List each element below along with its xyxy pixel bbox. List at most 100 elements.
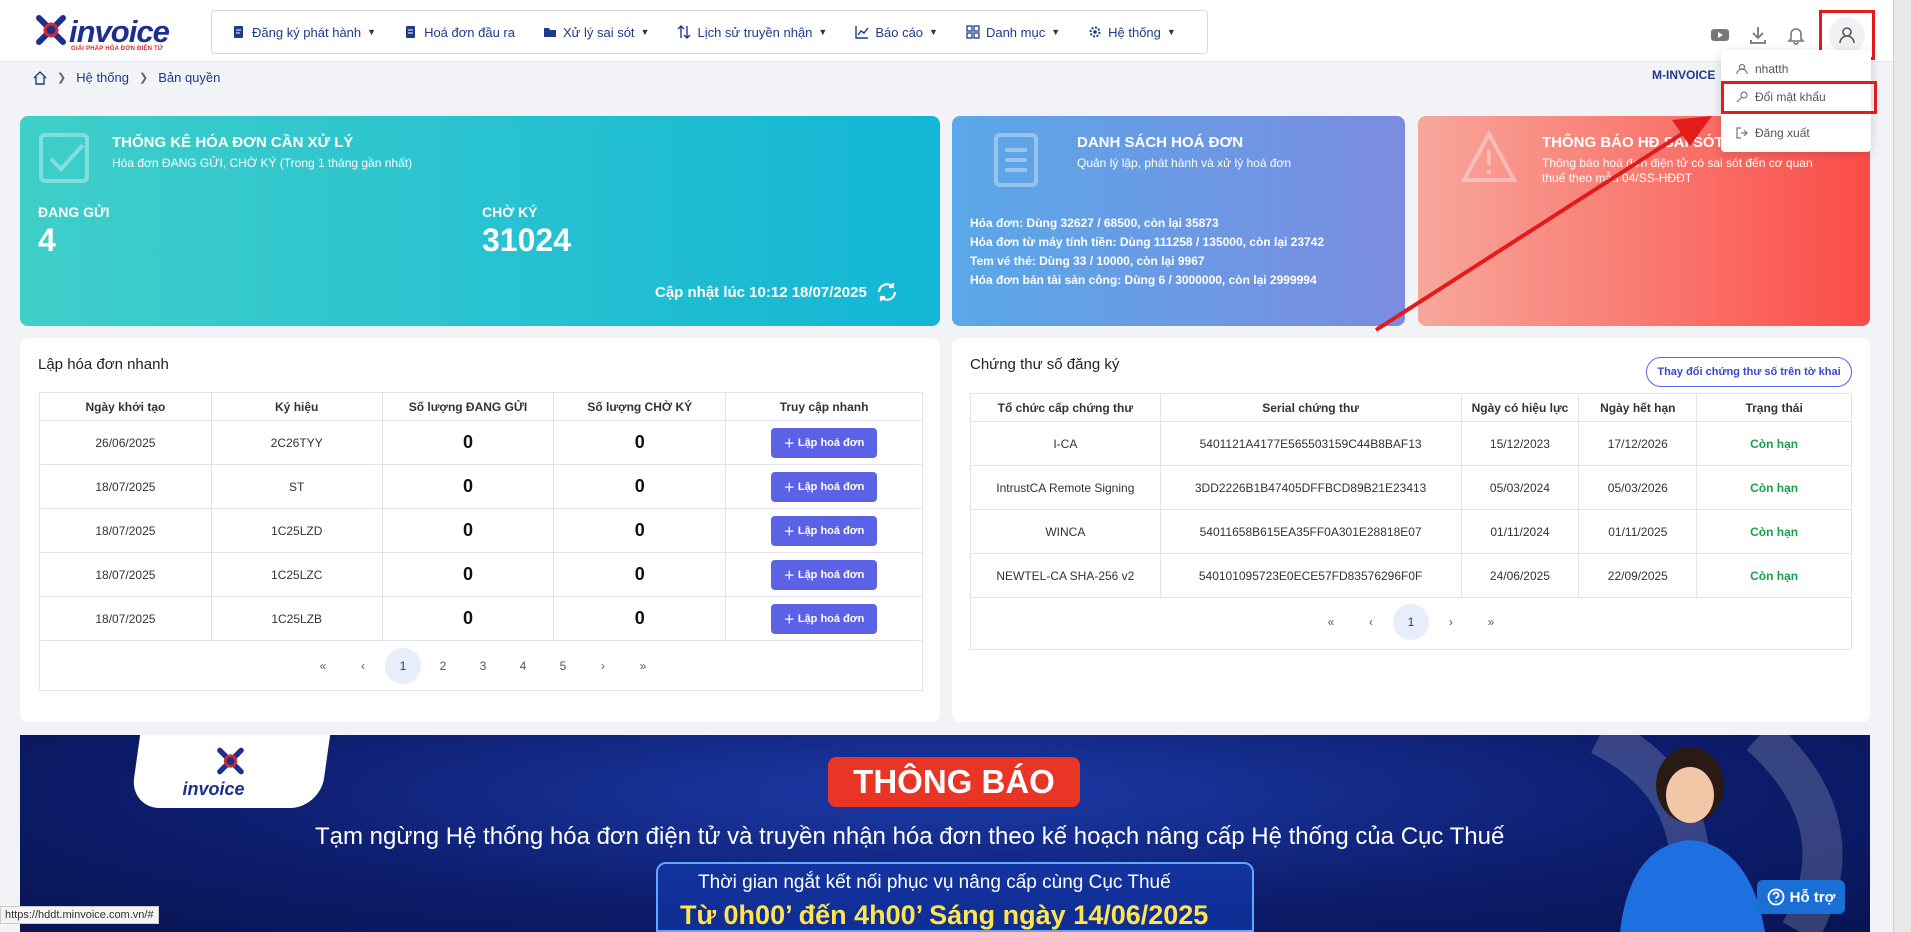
youtube-icon[interactable] — [1701, 16, 1739, 54]
waiting-value[interactable]: 31024 — [482, 222, 571, 259]
logo-mark-icon — [217, 747, 244, 775]
announcement-text: Tạm ngừng Hệ thống hóa đơn điện tử và tr… — [315, 823, 1505, 850]
create-invoice-label: Lập hoá đơn — [797, 436, 865, 449]
download-icon[interactable] — [1739, 16, 1777, 54]
cell-serial: 5401121A4177E565503159C44B8BAF13 — [1159, 421, 1462, 466]
chevron-down-icon: ▼ — [818, 27, 828, 37]
page-button[interactable]: 3 — [463, 659, 503, 673]
brand-name: invoice — [69, 14, 170, 49]
nav-label: Hệ thống — [1108, 24, 1161, 40]
nav-he-thong[interactable]: Hệ thống ▼ — [1088, 25, 1176, 40]
bell-icon[interactable] — [1777, 16, 1815, 54]
create-invoice-button[interactable]: ＋ Lập hoá đơn — [771, 559, 878, 590]
next-page-icon[interactable]: › — [583, 659, 623, 673]
cell-action: ＋ Lập hoá đơn — [725, 596, 923, 641]
nav-lich-su-truyen-nhan[interactable]: Lịch sử truyền nhận ▼ — [677, 25, 827, 40]
breadcrumb-he-thong[interactable]: Hệ thống — [76, 70, 129, 85]
user-name-item[interactable]: nhatth — [1735, 62, 1788, 76]
cell-date: 18/07/2025 — [39, 552, 212, 597]
cell-valid-from: 15/12/2023 — [1460, 421, 1580, 466]
cell-action: ＋ Lập hoá đơn — [725, 552, 923, 597]
cell-serial: 540101095723E0ECE57FD83576296F0F — [1159, 553, 1462, 598]
cell-waiting: 0 — [553, 596, 727, 641]
cell-date: 18/07/2025 — [39, 596, 212, 641]
col-header[interactable]: Ngày có hiệu lực — [1460, 393, 1580, 422]
create-invoice-label: Lập hoá đơn — [797, 568, 865, 581]
create-invoice-button[interactable]: ＋ Lập hoá đơn — [771, 515, 878, 546]
prev-page-icon[interactable]: ‹ — [343, 659, 383, 673]
col-header[interactable]: Ký hiệu — [210, 392, 383, 421]
line-chart-icon — [855, 26, 869, 39]
table-row: I-CA 5401121A4177E565503159C44B8BAF13 15… — [970, 421, 1852, 466]
brand-logo[interactable]: invoice GIẢI PHÁP HÓA ĐƠN ĐIỆN TỬ — [33, 12, 173, 52]
page-button[interactable]: 1 — [1393, 604, 1429, 640]
maintenance-line-2: Từ 0h00’ đến 4h00’ Sáng ngày 14/06/2025 — [680, 900, 1209, 930]
quick-pager: « ‹ 1 2 3 4 5 › » — [303, 648, 663, 684]
brand-tagline: GIẢI PHÁP HÓA ĐƠN ĐIỆN TỬ — [71, 46, 164, 52]
breadcrumb: ❯ Hệ thống ❯ Bản quyền — [33, 70, 220, 85]
chevron-down-icon: ▼ — [929, 27, 938, 37]
nav-bao-cao[interactable]: Báo cáo ▼ — [855, 25, 938, 40]
cell-org: I-CA — [970, 421, 1161, 466]
stat-card-subtitle: Hóa đơn ĐANG GỬI, CHỜ KÝ (Trong 1 tháng … — [112, 156, 413, 170]
page-button[interactable]: 2 — [423, 659, 463, 673]
prev-page-icon[interactable]: ‹ — [1351, 615, 1391, 629]
first-page-icon[interactable]: « — [303, 659, 343, 673]
page-button[interactable]: 4 — [503, 659, 543, 673]
cell-sending: 0 — [381, 596, 555, 641]
col-header[interactable]: Trạng thái — [1696, 393, 1852, 422]
first-page-icon[interactable]: « — [1311, 615, 1351, 629]
cell-serial: 54011658B615EA35FF0A301E28818E07 — [1159, 509, 1462, 554]
cell-serial: 3DD2226B1B47405DFFBCD89B21E23413 — [1159, 465, 1462, 510]
username-label: nhatth — [1755, 62, 1789, 76]
nav-xu-ly-sai-sot[interactable]: Xử lý sai sót ▼ — [543, 25, 649, 40]
chevron-right-icon: ❯ — [57, 72, 67, 84]
col-header[interactable]: Tổ chức cấp chứng thư — [970, 393, 1161, 422]
sort-arrows-icon — [677, 25, 691, 39]
quick-invoice-panel: Lập hóa đơn nhanh Ngày khởi tạo Ký hiệu … — [20, 338, 940, 722]
sending-value[interactable]: 4 — [38, 222, 56, 259]
create-invoice-button[interactable]: ＋ Lập hoá đơn — [771, 427, 878, 458]
last-page-icon[interactable]: » — [1471, 615, 1511, 629]
create-invoice-button[interactable]: ＋ Lập hoá đơn — [771, 471, 878, 502]
next-page-icon[interactable]: › — [1431, 615, 1471, 629]
col-header[interactable]: Ngày hết hạn — [1578, 393, 1698, 422]
banner-logo: invoice — [129, 735, 331, 808]
col-header[interactable]: Số lượng ĐANG GỬI — [381, 392, 555, 421]
nav-danh-muc[interactable]: Danh mục ▼ — [966, 25, 1060, 40]
col-header[interactable]: Serial chứng thư — [1159, 393, 1462, 422]
table-row: 18/07/2025 1C25LZC 0 0 ＋ Lập hoá đơn — [39, 552, 923, 597]
support-button[interactable]: Hỗ trợ — [1757, 880, 1845, 914]
cell-action: ＋ Lập hoá đơn — [725, 420, 923, 465]
refresh-icon[interactable] — [875, 280, 899, 304]
page-button[interactable]: 1 — [385, 648, 421, 684]
create-invoice-button[interactable]: ＋ Lập hoá đơn — [771, 603, 878, 634]
col-header[interactable]: Số lượng CHỜ KÝ — [553, 392, 727, 421]
status-url: https://hddt.minvoice.com.vn/# — [0, 906, 159, 924]
maintenance-time-box: Thời gian ngắt kết nối phục vụ nâng cấp … — [656, 862, 1254, 932]
nav-hoa-don-dau-ra[interactable]: Hoá đơn đầu ra — [404, 25, 515, 40]
cell-valid-to: 01/11/2025 — [1578, 509, 1698, 554]
table-row: NEWTEL-CA SHA-256 v2 540101095723E0ECE57… — [970, 553, 1852, 598]
logout-item[interactable]: Đăng xuất — [1735, 126, 1810, 140]
create-invoice-label: Lập hoá đơn — [797, 612, 865, 625]
page-button[interactable]: 5 — [543, 659, 583, 673]
create-invoice-label: Lập hoá đơn — [797, 480, 865, 493]
folder-search-icon — [543, 28, 556, 37]
sending-label: ĐANG GỬI — [38, 204, 110, 220]
change-certificate-button[interactable]: Thay đổi chứng thư số trên tờ khai — [1646, 357, 1852, 387]
nav-label: Báo cáo — [875, 24, 924, 40]
checkbox-icon — [39, 133, 89, 183]
cell-sending: 0 — [381, 552, 555, 597]
updated-time: Cập nhật lúc 10:12 18/07/2025 — [655, 280, 899, 304]
nav-dang-ky-phat-hanh[interactable]: Đăng ký phát hành ▼ — [232, 25, 376, 40]
home-icon[interactable] — [33, 70, 47, 85]
cell-sending: 0 — [381, 420, 555, 465]
page-scrollbar[interactable] — [1893, 0, 1911, 932]
cell-code: 2C26TYY — [210, 420, 383, 465]
col-header[interactable]: Ngày khởi tạo — [39, 392, 212, 421]
invoice-list-card[interactable]: DANH SÁCH HOÁ ĐƠN Quản lý lập, phát hành… — [952, 116, 1405, 326]
nav-label: Danh mục — [985, 24, 1046, 40]
cell-action: ＋ Lập hoá đơn — [725, 508, 923, 553]
last-page-icon[interactable]: » — [623, 659, 663, 673]
